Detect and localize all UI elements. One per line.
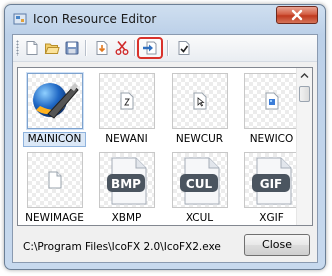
resource-preview <box>172 73 228 129</box>
resource-item-newimage[interactable]: NEWIMAGE <box>21 150 88 225</box>
save-button[interactable] <box>63 39 81 57</box>
resource-item-xbmp[interactable]: BMP XBMP <box>93 150 160 225</box>
toolbar-grip[interactable] <box>16 40 19 56</box>
toolbar-separator <box>134 40 136 56</box>
ani-doc-icon <box>120 92 134 110</box>
dialog-client-area: MAINICON NEWANI NEWCUR NEWICO NEWIMAGE B… <box>12 34 318 263</box>
scroll-up-arrow-icon <box>300 73 309 78</box>
badge-text: GIF <box>260 177 283 191</box>
resource-label: XBMP <box>111 212 142 224</box>
file-path-label: C:\Program Files\IcoFX 2.0\IcoFX2.exe <box>23 241 221 253</box>
scroll-thumb[interactable] <box>299 86 310 102</box>
resource-label: NEWANI <box>105 133 148 145</box>
resource-label: MAINICON <box>23 132 86 147</box>
vertical-scrollbar[interactable] <box>296 68 312 225</box>
new-document-icon <box>26 41 38 55</box>
bmp-badge-icon: BMP <box>107 157 147 205</box>
resource-preview <box>244 73 300 129</box>
open-button[interactable] <box>43 39 61 57</box>
resource-preview <box>27 73 83 129</box>
resource-item-newani[interactable]: NEWANI <box>93 71 160 149</box>
resource-item-newcur[interactable]: NEWCUR <box>166 71 233 149</box>
scroll-up-button[interactable] <box>297 68 312 84</box>
toolbar-separator <box>167 40 169 56</box>
badge-text: CUL <box>186 177 213 191</box>
resource-label: NEWIMAGE <box>25 212 84 224</box>
open-folder-icon <box>44 43 60 54</box>
resource-preview: GIF <box>244 152 300 208</box>
orb-brush-icon <box>33 83 79 119</box>
app-icon <box>13 13 27 25</box>
extract-button[interactable] <box>141 39 159 57</box>
resource-preview <box>27 152 83 208</box>
import-icon <box>96 41 108 55</box>
toolbar-separator <box>85 40 87 56</box>
close-button[interactable]: Close <box>244 234 310 256</box>
resource-preview: CUL <box>172 152 228 208</box>
toolbar <box>13 35 317 62</box>
blank-doc-icon <box>48 171 62 189</box>
resource-label: NEWCUR <box>175 133 224 145</box>
gif-badge-icon: GIF <box>252 157 292 205</box>
resource-item-mainicon[interactable]: MAINICON <box>21 71 88 149</box>
new-button[interactable] <box>23 39 41 57</box>
import-button[interactable] <box>93 39 111 57</box>
badge-text: BMP <box>111 177 141 191</box>
apply-icon <box>178 41 190 55</box>
resource-item-xcul[interactable]: CUL XCUL <box>166 150 233 225</box>
ico-doc-icon <box>265 92 279 110</box>
resource-label: XCUL <box>185 212 214 224</box>
icon-resource-editor-window: Icon Resource Editor MAINICON NEWANI NEW… <box>4 4 326 270</box>
cul-badge-icon: CUL <box>180 157 220 205</box>
resource-preview <box>99 73 155 129</box>
save-icon <box>65 41 79 55</box>
window-title: Icon Resource Editor <box>33 12 157 26</box>
cursor-doc-icon <box>193 92 207 110</box>
cut-icon <box>115 40 129 55</box>
cut-button[interactable] <box>113 39 131 57</box>
title-bar[interactable]: Icon Resource Editor <box>5 5 325 33</box>
close-icon <box>291 9 303 21</box>
resource-preview: BMP <box>99 152 155 208</box>
resource-list[interactable]: MAINICON NEWANI NEWCUR NEWICO NEWIMAGE B… <box>17 67 313 226</box>
resource-item-xgif[interactable]: GIF XGIF <box>238 150 305 225</box>
extract-arrow-icon <box>143 41 157 55</box>
window-close-button[interactable] <box>276 6 318 24</box>
resource-item-newico[interactable]: NEWICO <box>238 71 305 149</box>
apply-button[interactable] <box>175 39 193 57</box>
